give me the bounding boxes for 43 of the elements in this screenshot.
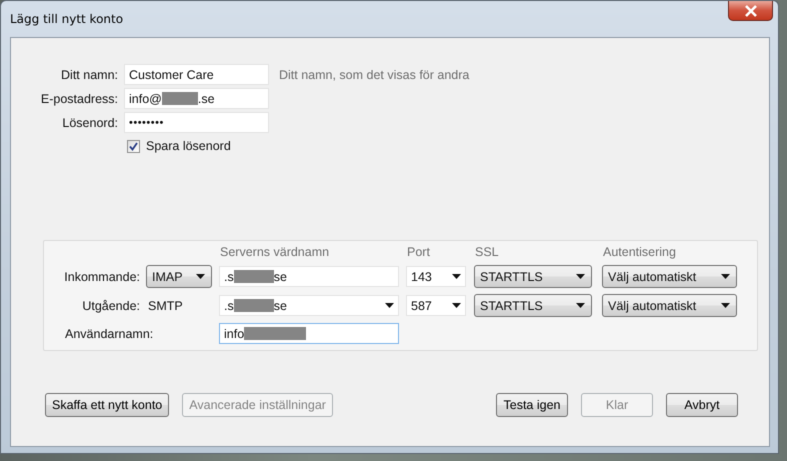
dropdown[interactable]: IMAP — [146, 265, 212, 288]
column-header: Autentisering — [602, 245, 677, 259]
close-button[interactable] — [728, 1, 773, 21]
dropdown-arrow-icon — [385, 303, 394, 308]
button: Avancerade inställningar — [182, 393, 333, 417]
dropdown-arrow-icon — [721, 274, 730, 279]
dropdown-arrow-icon — [576, 303, 585, 308]
row-label: Inkommande: — [63, 270, 141, 284]
field-label: E-postadress: — [40, 92, 118, 106]
checkbox[interactable] — [127, 140, 140, 152]
input-field[interactable]: info@ .se — [124, 88, 269, 109]
column-header: Port — [406, 245, 431, 259]
combo-box[interactable]: 143 — [406, 266, 466, 287]
dropdown[interactable]: Välj automatiskt — [602, 294, 737, 317]
row-label: Utgående: — [81, 298, 141, 312]
dropdown[interactable]: STARTTLS — [474, 294, 592, 317]
password-field[interactable]: •••••••• — [124, 112, 269, 133]
dropdown[interactable]: Välj automatiskt — [602, 265, 737, 288]
dropdown-arrow-icon — [452, 274, 461, 279]
column-header: SSL — [474, 245, 500, 259]
button[interactable]: Avbryt — [666, 393, 738, 417]
field-label: Lösenord: — [61, 116, 118, 130]
dropdown-arrow-icon — [576, 274, 585, 279]
input-field[interactable]: Customer Care — [124, 64, 269, 85]
button[interactable]: Skaffa ett nytt konto — [45, 393, 170, 417]
combo-box[interactable]: 587 — [406, 295, 466, 316]
row-label: Användarnamn: — [64, 326, 154, 340]
column-header: Serverns värdnamn — [219, 245, 330, 259]
dropdown-arrow-icon — [196, 274, 205, 279]
combo-box[interactable]: .s se — [219, 295, 399, 316]
input-field[interactable]: .s se — [219, 266, 399, 287]
dropdown[interactable]: STARTTLS — [474, 265, 592, 288]
window-title: Lägg till nytt konto — [10, 12, 124, 26]
checkbox-label: Spara lösenord — [146, 139, 231, 153]
input-field[interactable]: info — [219, 323, 399, 344]
dropdown-arrow-icon — [452, 303, 461, 308]
button: Klar — [581, 393, 653, 417]
field-label: Ditt namn: — [60, 68, 118, 82]
protocol-label: SMTP — [147, 298, 184, 312]
dropdown-arrow-icon — [721, 303, 730, 308]
button[interactable]: Testa igen — [496, 393, 568, 417]
close-icon — [744, 4, 758, 16]
field-hint: Ditt namn, som det visas för andra — [279, 68, 470, 82]
